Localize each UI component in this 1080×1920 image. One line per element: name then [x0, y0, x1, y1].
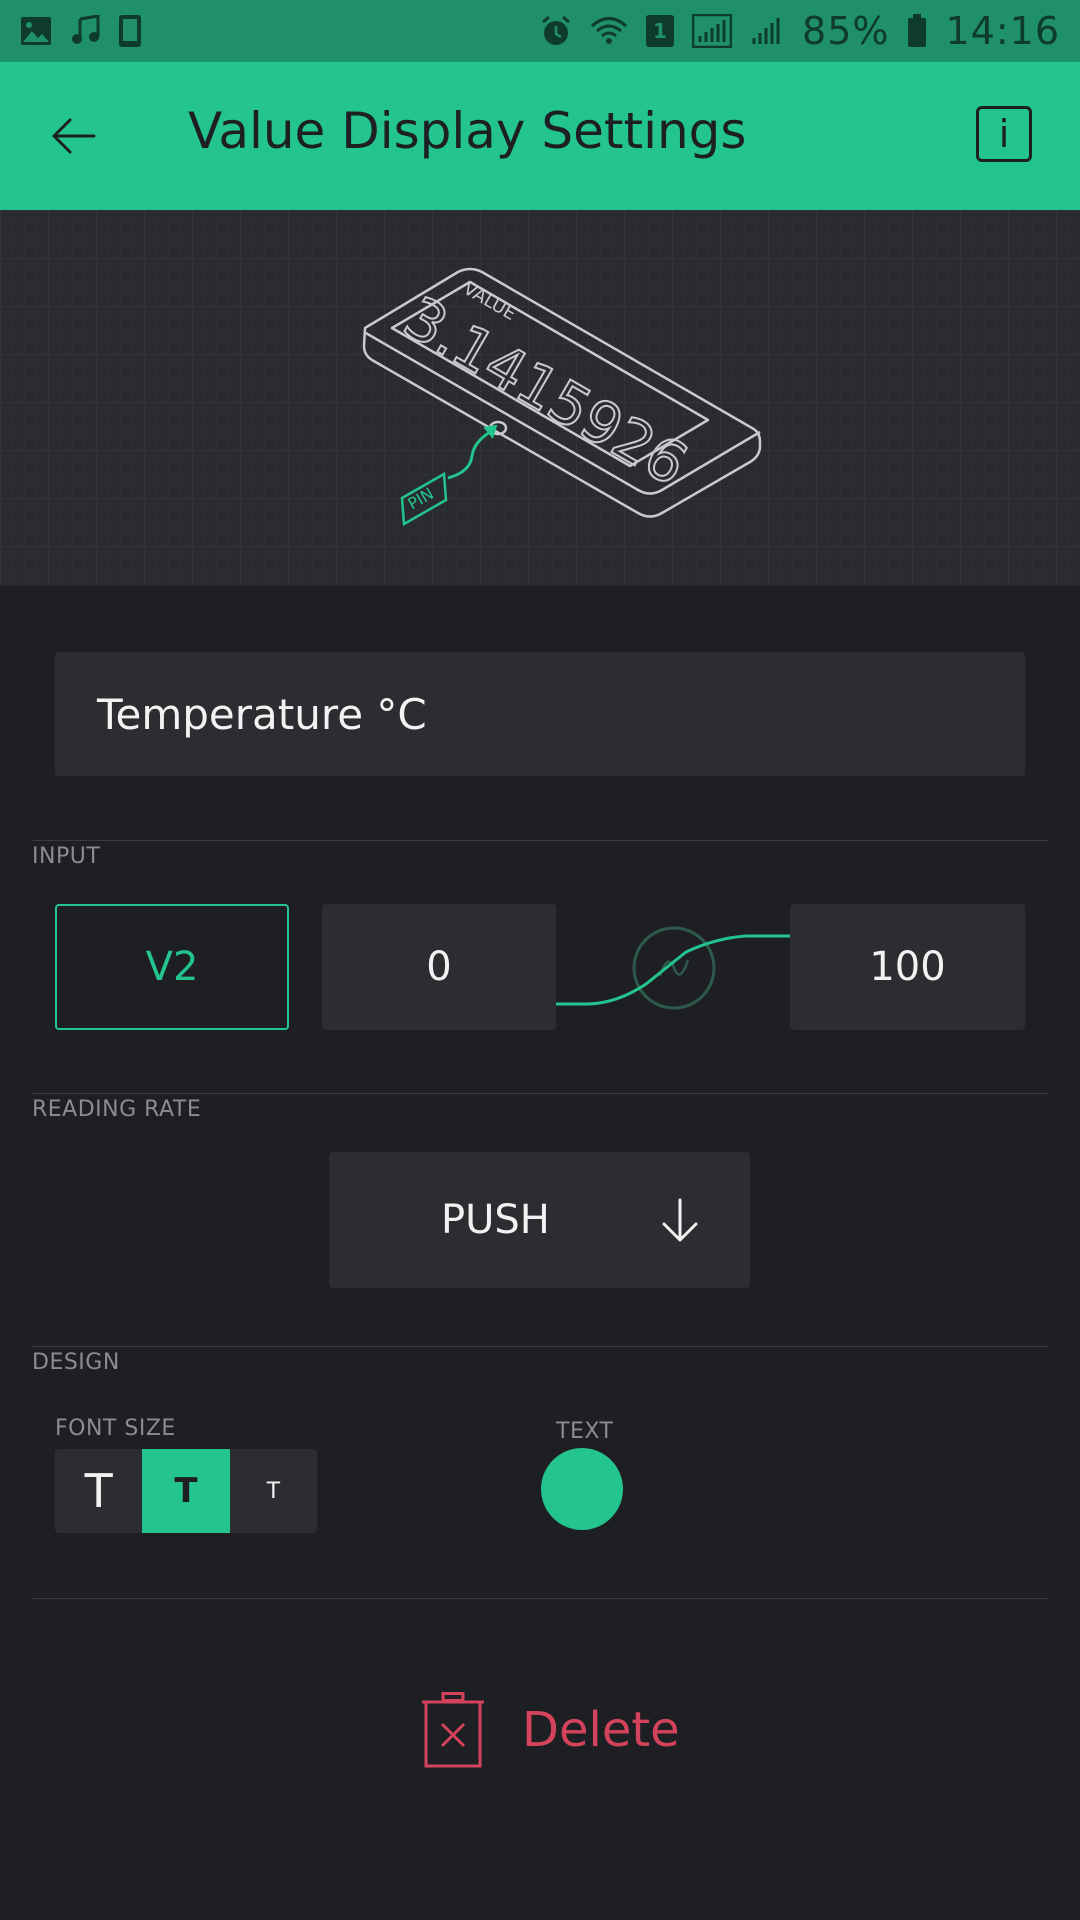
alarm-icon [542, 15, 570, 45]
value-display-illustration: VALUE 3.1415926 PIN [362, 267, 762, 527]
text-color-swatch[interactable] [541, 1448, 623, 1530]
info-button[interactable]: i [976, 106, 1032, 162]
reading-rate-value: PUSH [441, 1197, 550, 1243]
widget-preview: VALUE 3.1415926 PIN [0, 210, 1080, 586]
battery-icon [908, 14, 927, 47]
widget-name-input[interactable]: Temperature °C [55, 652, 1025, 776]
arrow-down-icon [662, 1198, 698, 1242]
page-title: Value Display Settings [188, 102, 747, 160]
widget-name-value: Temperature °C [97, 689, 427, 739]
sim-badge: 1 [653, 19, 667, 43]
phone-icon [119, 15, 141, 47]
reading-rate-dropdown[interactable]: PUSH [329, 1152, 750, 1288]
image-icon [21, 17, 51, 45]
font-size-label: FONT SIZE [55, 1416, 176, 1441]
info-icon: i [998, 112, 1010, 156]
font-size-medium-button[interactable]: T [142, 1449, 230, 1533]
signal-icon [692, 14, 733, 48]
max-value: 100 [869, 944, 946, 990]
section-label-reading-rate: READING RATE [32, 1097, 202, 1122]
battery-percent: 85% [802, 9, 890, 53]
max-value-input[interactable]: 100 [790, 904, 1025, 1030]
divider-delete [32, 1598, 1048, 1599]
status-bar: 1 85% 14:16 [0, 0, 1080, 62]
delete-button[interactable]: Delete [420, 1690, 680, 1770]
section-label-input: INPUT [32, 844, 101, 869]
wifi-icon [591, 17, 628, 44]
music-icon [72, 15, 100, 44]
clock: 14:16 [945, 9, 1060, 53]
arrow-left-icon [52, 118, 96, 154]
font-size-large-button[interactable]: T [55, 1449, 143, 1533]
text-color-label: TEXT [556, 1419, 614, 1444]
status-bar-notifications [20, 14, 142, 48]
divider-reading-rate [32, 1093, 1048, 1094]
trash-icon [422, 1692, 484, 1768]
divider-design [32, 1346, 1048, 1347]
divider-input [32, 840, 1048, 841]
font-size-small-button[interactable]: T [229, 1449, 317, 1533]
status-bar-system: 1 85% 14:16 [540, 9, 1060, 53]
back-button[interactable] [42, 104, 106, 168]
pin-value: V2 [145, 944, 199, 990]
signal-icon-2 [752, 18, 780, 44]
pin-selector[interactable]: V2 [55, 904, 289, 1030]
min-value: 0 [426, 944, 452, 990]
section-label-design: DESIGN [32, 1350, 120, 1375]
preview-widget-value: 3.1415926 [393, 283, 699, 499]
min-value-input[interactable]: 0 [322, 904, 556, 1030]
font-size-selector: T T T [55, 1449, 317, 1533]
app-bar: Value Display Settings i [0, 62, 1080, 210]
sim-icon: 1 [646, 15, 675, 47]
delete-label: Delete [522, 1702, 680, 1758]
mapping-curve-icon [556, 926, 790, 1010]
